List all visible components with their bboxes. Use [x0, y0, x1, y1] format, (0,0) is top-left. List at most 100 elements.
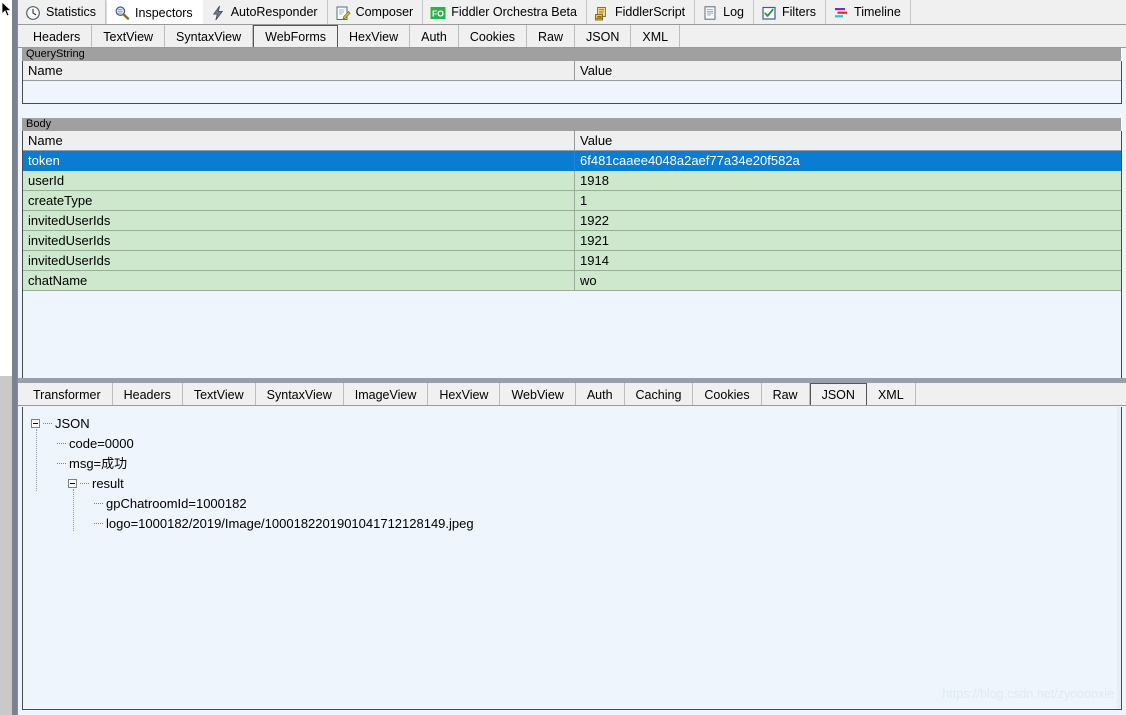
column-header-value[interactable]: Value: [575, 131, 1121, 151]
tree-dash: [94, 522, 103, 524]
tab-composer[interactable]: Composer: [327, 0, 424, 24]
table-header-row: Name Value: [23, 61, 1121, 81]
watermark-text: https://blog.csdn.net/zyooooxie: [942, 687, 1114, 701]
tab-label: TextView: [103, 29, 154, 44]
tab-label: Raw: [538, 29, 564, 44]
tab-label: Headers: [33, 29, 81, 44]
request-tab-textview[interactable]: TextView: [92, 25, 166, 47]
table-row[interactable]: invitedUserIds 1922: [23, 211, 1121, 231]
body-group: Body Name Value token 6f481caaee4048a2ae…: [22, 118, 1122, 384]
response-tab-cookies[interactable]: Cookies: [693, 383, 762, 405]
log-icon: [702, 5, 718, 21]
response-tab-raw[interactable]: Raw: [762, 383, 810, 405]
tree-node-logo[interactable]: logo=1000182/2019/Image/1000182201901041…: [31, 513, 1121, 533]
response-tab-xml[interactable]: XML: [867, 383, 916, 405]
svg-text:JS: JS: [596, 14, 602, 19]
body-empty-area[interactable]: [23, 291, 1121, 383]
response-tab-textview[interactable]: TextView: [183, 383, 256, 405]
tree-node-label: result: [92, 475, 124, 491]
querystring-group-header: QueryString: [22, 48, 1122, 61]
column-header-name[interactable]: Name: [23, 131, 575, 151]
tab-label: Headers: [123, 387, 171, 402]
request-tab-raw[interactable]: Raw: [527, 25, 576, 47]
script-js-icon: JS: [594, 5, 610, 21]
tab-fiddler-orchestra[interactable]: FO Fiddler Orchestra Beta: [423, 0, 587, 24]
table-row[interactable]: token 6f481caaee4048a2aef77a34e20f582a: [23, 151, 1121, 171]
tab-statistics[interactable]: Statistics: [18, 0, 107, 24]
webforms-panel: QueryString Name Value Body Name Value t…: [18, 48, 1126, 384]
tree-node-code[interactable]: code=0000: [31, 433, 1121, 453]
response-tab-transformer[interactable]: Transformer: [22, 383, 113, 405]
response-tab-headers[interactable]: Headers: [113, 383, 183, 405]
response-tab-imageview[interactable]: ImageView: [344, 383, 429, 405]
tree-node-result[interactable]: result: [31, 473, 1121, 493]
table-row[interactable]: chatName wo: [23, 271, 1121, 291]
tab-log[interactable]: Log: [695, 0, 755, 24]
body-table[interactable]: Name Value token 6f481caaee4048a2aef77a3…: [22, 131, 1122, 384]
cell-value: 1918: [575, 171, 1121, 191]
tree-node-label: msg=成功: [69, 455, 128, 471]
tab-filters[interactable]: Filters: [754, 0, 827, 24]
tab-label: Timeline: [854, 5, 901, 20]
tree-dash: [57, 442, 66, 444]
tab-autoresponder[interactable]: AutoResponder: [202, 0, 328, 24]
tab-label: JSON: [821, 387, 855, 402]
table-row[interactable]: invitedUserIds 1914: [23, 251, 1121, 271]
tab-label: Cookies: [704, 387, 750, 402]
tree-node-gpchatroomid[interactable]: gpChatroomId=1000182: [31, 493, 1121, 513]
magnifier-icon: [114, 5, 130, 21]
table-row[interactable]: createType 1: [23, 191, 1121, 211]
left-scroll-strip[interactable]: [0, 0, 18, 715]
response-tab-json[interactable]: JSON: [809, 383, 867, 405]
tree-node-msg[interactable]: msg=成功: [31, 453, 1121, 473]
main-tab-bar: Statistics Inspectors AutoResponder Comp…: [18, 0, 1126, 25]
cell-value: 1922: [575, 211, 1121, 231]
table-header-row: Name Value: [23, 131, 1121, 151]
response-tab-hexview[interactable]: HexView: [428, 383, 501, 405]
json-tree: JSON code=0000 msg=成功 result gpChatroomI…: [23, 407, 1121, 533]
collapse-icon[interactable]: [31, 418, 40, 428]
tab-fiddlerscript[interactable]: JS FiddlerScript: [586, 0, 696, 24]
request-tab-auth[interactable]: Auth: [410, 25, 459, 47]
tree-node-json[interactable]: JSON: [31, 413, 1121, 433]
request-tab-headers[interactable]: Headers: [22, 25, 93, 47]
querystring-table[interactable]: Name Value: [22, 61, 1122, 104]
request-tab-syntaxview[interactable]: SyntaxView: [165, 25, 254, 47]
cell-name: invitedUserIds: [23, 231, 575, 251]
tab-label: SyntaxView: [176, 29, 242, 44]
svg-text:FO: FO: [432, 8, 444, 18]
cell-value: 1921: [575, 231, 1121, 251]
column-header-value[interactable]: Value: [575, 61, 1121, 81]
tab-timeline[interactable]: Timeline: [826, 0, 911, 24]
tab-label: Fiddler Orchestra Beta: [451, 5, 577, 20]
request-tab-json[interactable]: JSON: [575, 25, 632, 47]
request-tab-cookies[interactable]: Cookies: [459, 25, 528, 47]
cell-name: userId: [23, 171, 575, 191]
request-tab-hexview[interactable]: HexView: [338, 25, 411, 47]
lightning-icon: [210, 5, 226, 21]
tree-dash: [57, 462, 66, 464]
querystring-empty-area[interactable]: [23, 81, 1121, 103]
column-header-name[interactable]: Name: [23, 61, 575, 81]
response-tab-caching[interactable]: Caching: [625, 383, 694, 405]
json-response-panel[interactable]: JSON code=0000 msg=成功 result gpChatroomI…: [22, 407, 1122, 710]
collapse-icon[interactable]: [68, 478, 77, 488]
tree-node-label: logo=1000182/2019/Image/1000182201901041…: [106, 515, 474, 531]
tab-inspectors[interactable]: Inspectors: [106, 0, 203, 24]
tab-label: Log: [723, 5, 745, 20]
cell-value: 1914: [575, 251, 1121, 271]
response-tab-bar: Transformer Headers TextView SyntaxView …: [18, 383, 1126, 406]
response-tab-webview[interactable]: WebView: [500, 383, 576, 405]
request-tab-webforms[interactable]: WebForms: [253, 25, 339, 47]
response-tab-syntaxview[interactable]: SyntaxView: [256, 383, 344, 405]
tree-node-label: JSON: [55, 415, 90, 431]
tree-node-label: gpChatroomId=1000182: [106, 495, 247, 511]
table-row[interactable]: invitedUserIds 1921: [23, 231, 1121, 251]
tab-label: Auth: [421, 29, 447, 44]
table-row[interactable]: userId 1918: [23, 171, 1121, 191]
request-tab-xml[interactable]: XML: [631, 25, 681, 47]
cell-value: wo: [575, 271, 1121, 291]
tab-label: HexView: [349, 29, 399, 44]
response-tab-auth[interactable]: Auth: [576, 383, 625, 405]
tree-dash: [43, 422, 52, 424]
